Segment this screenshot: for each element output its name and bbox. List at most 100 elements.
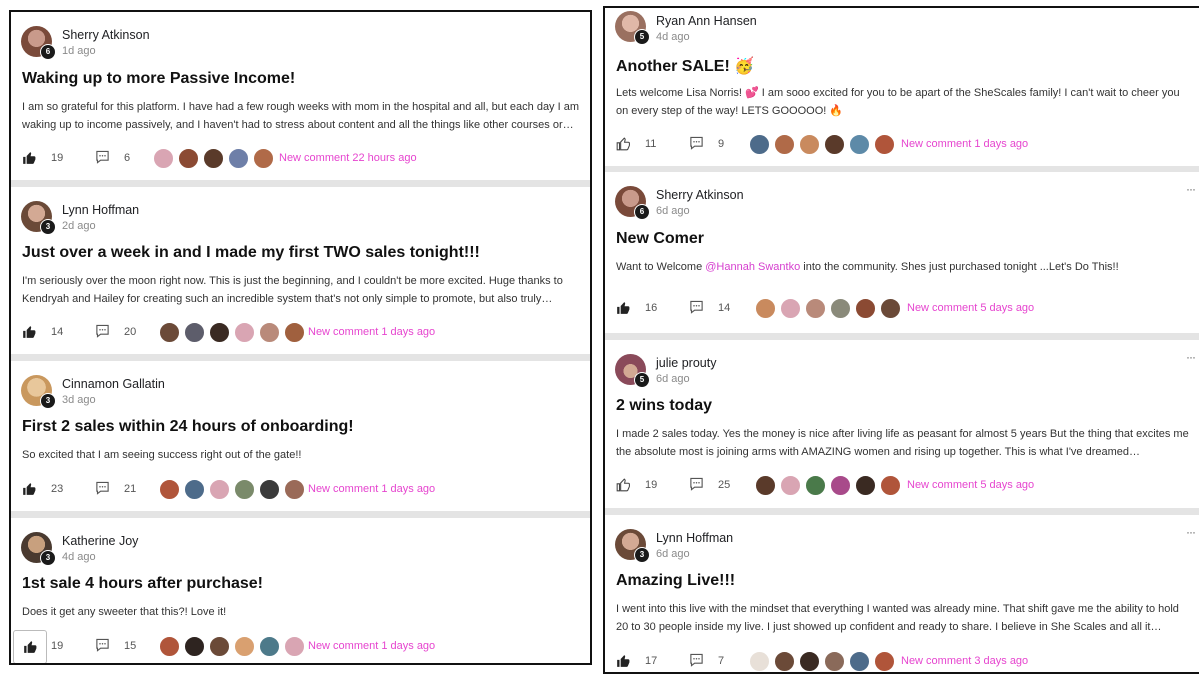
avatar[interactable]: 3 (21, 532, 56, 566)
new-comment-link[interactable]: New comment 3 days ago (901, 655, 1028, 667)
avatar[interactable] (855, 298, 876, 319)
avatar[interactable] (178, 148, 199, 169)
post-card[interactable]: ··· 6 Sherry Atkinson 6d ago New Comer W… (605, 172, 1199, 333)
user-mention-link[interactable]: @Hannah Swantko (705, 261, 800, 273)
avatar[interactable] (830, 298, 851, 319)
avatar[interactable] (259, 322, 280, 343)
new-comment-link[interactable]: New comment 1 days ago (308, 326, 435, 338)
avatar[interactable]: 5 (615, 11, 650, 45)
comment-icon[interactable] (95, 150, 110, 169)
avatar[interactable] (780, 475, 801, 496)
comment-icon[interactable] (689, 477, 704, 496)
post-title[interactable]: Amazing Live!!! (616, 572, 735, 590)
avatar[interactable] (880, 298, 901, 319)
avatar[interactable] (799, 134, 820, 155)
author-name[interactable]: Sherry Atkinson (62, 28, 150, 42)
post-title[interactable]: Another SALE! 🥳 (616, 56, 754, 76)
author-name[interactable]: Ryan Ann Hansen (656, 14, 757, 28)
avatar[interactable] (824, 134, 845, 155)
new-comment-link[interactable]: New comment 22 hours ago (279, 152, 417, 164)
like-button[interactable] (614, 134, 632, 154)
avatar[interactable] (253, 148, 274, 169)
avatar[interactable]: 3 (615, 529, 650, 563)
avatar[interactable] (203, 148, 224, 169)
avatar[interactable] (228, 148, 249, 169)
avatar[interactable] (159, 322, 180, 343)
avatar[interactable]: 3 (21, 375, 56, 409)
new-comment-link[interactable]: New comment 1 days ago (308, 640, 435, 652)
post-title[interactable]: 1st sale 4 hours after purchase! (22, 575, 263, 593)
post-title[interactable]: New Comer (616, 230, 704, 248)
commenter-avatars[interactable] (749, 651, 899, 672)
commenter-avatars[interactable] (749, 134, 899, 155)
avatar[interactable]: 5 (615, 354, 650, 388)
avatar[interactable] (830, 475, 851, 496)
post-title[interactable]: 2 wins today (616, 397, 712, 415)
new-comment-link[interactable]: New comment 5 days ago (907, 302, 1034, 314)
avatar[interactable]: 3 (21, 201, 56, 235)
like-button[interactable] (614, 651, 632, 671)
avatar[interactable] (755, 298, 776, 319)
avatar[interactable] (824, 651, 845, 672)
avatar[interactable] (159, 479, 180, 500)
avatar[interactable] (749, 134, 770, 155)
avatar[interactable] (805, 475, 826, 496)
avatar[interactable] (184, 322, 205, 343)
author-name[interactable]: Lynn Hoffman (62, 203, 139, 217)
avatar[interactable] (184, 636, 205, 657)
post-card[interactable]: 3 Katherine Joy 4d ago 1st sale 4 hours … (11, 518, 590, 663)
like-button[interactable] (13, 630, 47, 663)
commenter-avatars[interactable] (159, 479, 309, 500)
avatar[interactable] (805, 298, 826, 319)
commenter-avatars[interactable] (755, 475, 905, 496)
avatar[interactable] (234, 322, 255, 343)
avatar[interactable] (284, 322, 305, 343)
avatar[interactable] (774, 134, 795, 155)
avatar[interactable] (284, 479, 305, 500)
author-name[interactable]: Lynn Hoffman (656, 531, 733, 545)
comment-icon[interactable] (689, 653, 704, 672)
comment-icon[interactable] (95, 481, 110, 500)
post-card[interactable]: ··· 3 Lynn Hoffman 6d ago Amazing Live!!… (605, 515, 1199, 672)
comment-icon[interactable] (689, 136, 704, 155)
avatar[interactable] (234, 636, 255, 657)
avatar[interactable] (284, 636, 305, 657)
more-options-icon[interactable]: ··· (1186, 350, 1196, 364)
avatar[interactable]: 6 (21, 26, 56, 60)
comment-icon[interactable] (95, 324, 110, 343)
avatar[interactable] (849, 651, 870, 672)
post-card[interactable]: 5 Ryan Ann Hansen 4d ago Another SALE! 🥳… (605, 8, 1199, 166)
avatar[interactable] (234, 479, 255, 500)
new-comment-link[interactable]: New comment 5 days ago (907, 479, 1034, 491)
avatar[interactable] (184, 479, 205, 500)
like-button[interactable] (20, 479, 38, 499)
commenter-avatars[interactable] (755, 298, 905, 319)
post-title[interactable]: Waking up to more Passive Income! (22, 70, 295, 88)
author-name[interactable]: julie prouty (656, 356, 716, 370)
avatar[interactable] (755, 475, 776, 496)
avatar[interactable] (874, 134, 895, 155)
avatar[interactable] (159, 636, 180, 657)
avatar[interactable] (874, 651, 895, 672)
like-button[interactable] (614, 475, 632, 495)
like-button[interactable] (20, 148, 38, 168)
avatar[interactable] (774, 651, 795, 672)
avatar[interactable] (209, 479, 230, 500)
author-name[interactable]: Cinnamon Gallatin (62, 377, 165, 391)
comment-icon[interactable] (689, 300, 704, 319)
more-options-icon[interactable]: ··· (1186, 182, 1196, 196)
commenter-avatars[interactable] (159, 636, 309, 657)
avatar[interactable] (209, 636, 230, 657)
commenter-avatars[interactable] (153, 148, 278, 169)
post-title[interactable]: Just over a week in and I made my first … (22, 244, 480, 262)
post-card[interactable]: 3 Cinnamon Gallatin 3d ago First 2 sales… (11, 361, 590, 511)
post-card[interactable]: ··· 5 julie prouty 6d ago 2 wins today I… (605, 340, 1199, 508)
post-card[interactable]: 6 Sherry Atkinson 1d ago Waking up to mo… (11, 12, 590, 180)
like-button[interactable] (20, 322, 38, 342)
avatar[interactable] (259, 479, 280, 500)
new-comment-link[interactable]: New comment 1 days ago (308, 483, 435, 495)
author-name[interactable]: Sherry Atkinson (656, 188, 744, 202)
avatar[interactable] (749, 651, 770, 672)
avatar[interactable]: 6 (615, 186, 650, 220)
avatar[interactable] (209, 322, 230, 343)
